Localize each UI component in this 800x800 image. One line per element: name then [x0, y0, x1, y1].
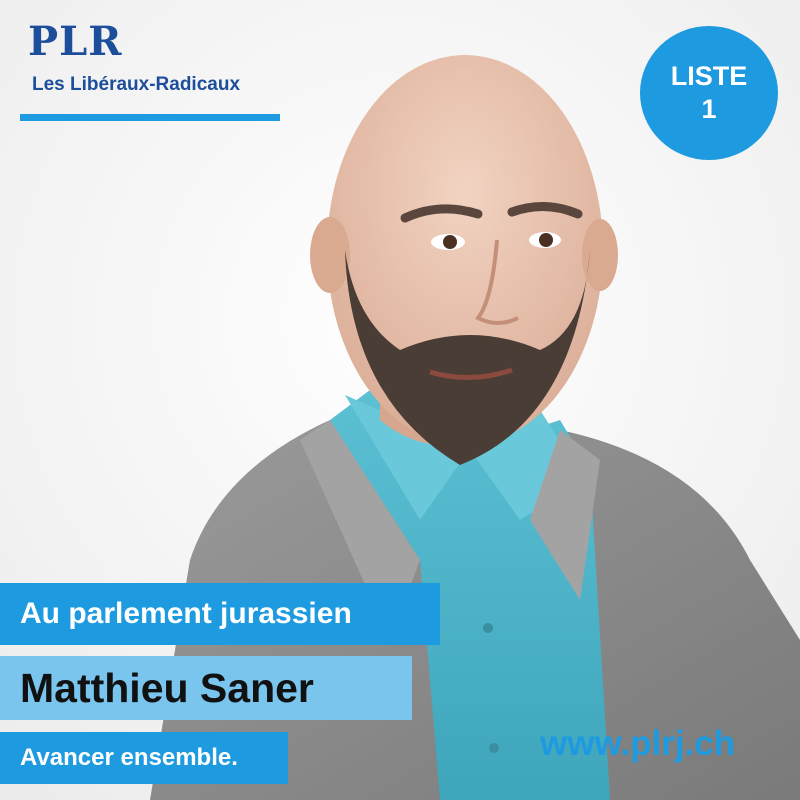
logo-divider	[20, 114, 280, 121]
slogan-band: Avancer ensemble.	[0, 732, 288, 784]
candidate-name: Matthieu Saner	[0, 656, 412, 720]
list-badge-number: 1	[701, 94, 717, 124]
list-badge-label: LISTE	[670, 61, 748, 91]
headline-band: Au parlement jurassien	[0, 583, 440, 645]
logo-mark: PLR	[28, 18, 123, 65]
logo-subtitle: Les Libéraux-Radicaux	[32, 74, 241, 95]
list-badge: LISTE 1	[640, 26, 778, 160]
party-logo: PLR Les Libéraux-Radicaux	[20, 20, 282, 121]
campaign-poster: PLR Les Libéraux-Radicaux LISTE 1 Au par…	[0, 0, 800, 800]
website-link[interactable]: www.plrj.ch	[540, 722, 735, 766]
